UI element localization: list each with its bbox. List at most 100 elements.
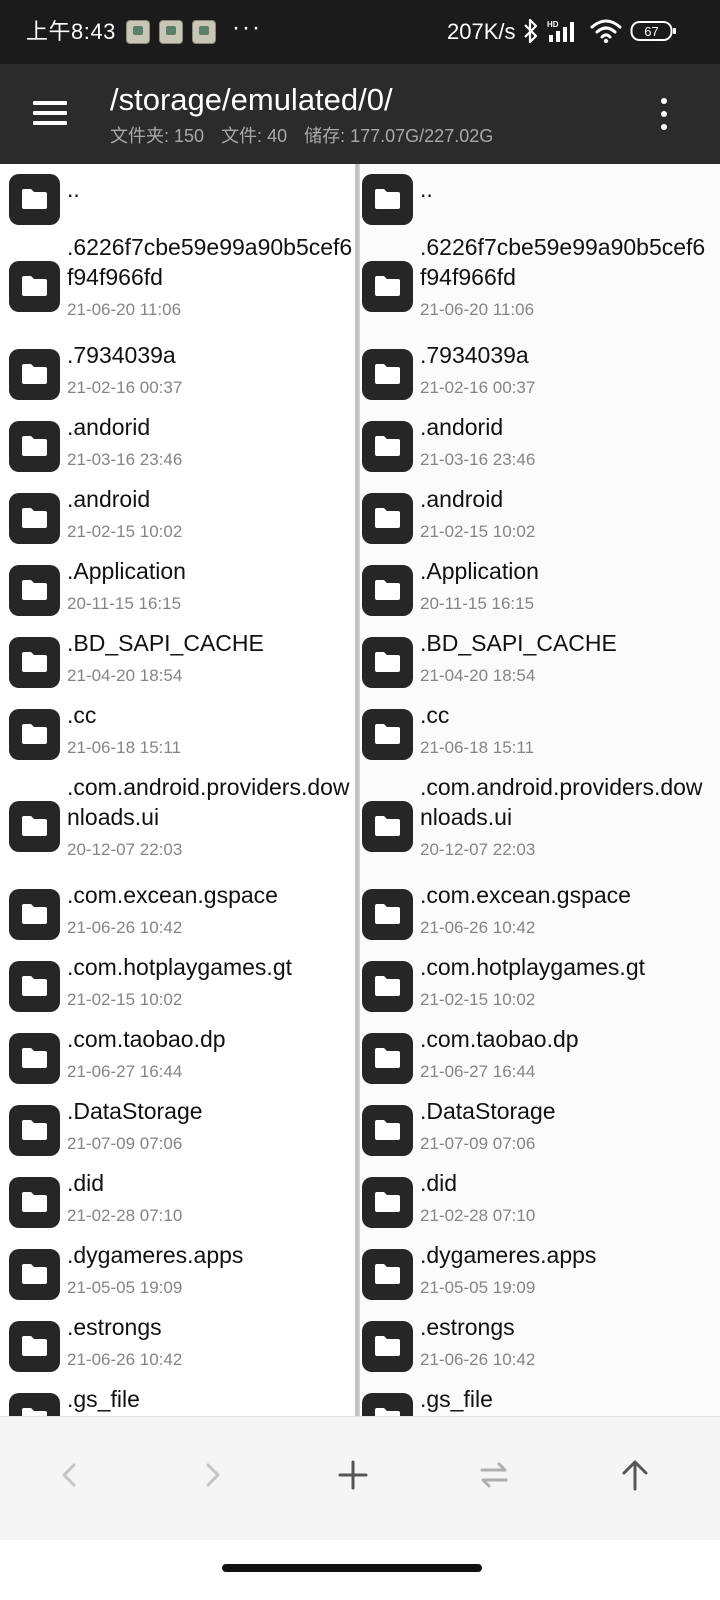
file-list-item[interactable]: .dygameres.apps 21-05-05 19:09 — [360, 1236, 720, 1308]
more-vert-icon[interactable] — [644, 94, 684, 134]
folder-icon — [9, 1105, 60, 1156]
right-file-pane[interactable]: .. .6226f7cbe59e99a90b5cef6f94f966fd 21-06… — [360, 164, 720, 1444]
folder-icon — [362, 637, 413, 688]
storage-summary: 文件夹: 150 文件: 40 储存: 177.07G/227.02G — [110, 125, 505, 147]
file-name: .estrongs — [67, 1314, 162, 1340]
file-name: .android — [420, 486, 504, 512]
storage-usage: 储存: 177.07G/227.02G — [304, 126, 494, 146]
file-name: .dygameres.apps — [420, 1242, 597, 1268]
file-modified-date: 21-06-20 11:06 — [420, 300, 535, 319]
file-list-item[interactable]: .7934039a 21-02-16 00:37 — [0, 336, 361, 408]
file-list-item[interactable]: .Application 20-11-15 16:15 — [0, 552, 361, 624]
hamburger-menu-icon[interactable] — [26, 94, 74, 134]
file-list-item[interactable]: .com.android.providers.downloads.ui 20-12… — [0, 768, 361, 876]
app-notification-icon — [159, 20, 183, 44]
file-modified-date: 21-02-15 10:02 — [67, 990, 183, 1009]
file-list-item[interactable]: .android 21-02-15 10:02 — [360, 480, 720, 552]
file-modified-date: 21-06-26 10:42 — [420, 918, 536, 937]
file-name: .did — [420, 1170, 458, 1196]
app-notification-icon — [126, 20, 150, 44]
file-modified-date: 21-02-16 00:37 — [67, 378, 183, 397]
folder-icon — [362, 565, 413, 616]
file-list-item[interactable]: .BD_SAPI_CACHE 21-04-20 18:54 — [360, 624, 720, 696]
file-list-item[interactable]: .7934039a 21-02-16 00:37 — [360, 336, 720, 408]
file-list-item[interactable]: .6226f7cbe59e99a90b5cef6f94f966fd 21-06-2… — [0, 228, 361, 336]
file-name: .BD_SAPI_CACHE — [67, 630, 264, 656]
folder-icon — [9, 421, 60, 472]
file-name: .com.excean.gspace — [420, 882, 631, 908]
dual-pane-browser: .. .6226f7cbe59e99a90b5cef6f94f966fd 21-06… — [0, 164, 720, 1444]
file-modified-date: 21-05-05 19:09 — [420, 1278, 536, 1297]
file-name: .com.excean.gspace — [67, 882, 278, 908]
folder-icon — [362, 421, 413, 472]
folder-icon — [362, 709, 413, 760]
file-count: 文件: 40 — [221, 126, 288, 146]
file-list-item[interactable]: .andorid 21-03-16 23:46 — [360, 408, 720, 480]
file-list-item[interactable]: .estrongs 21-06-26 10:42 — [360, 1308, 720, 1380]
file-list-item[interactable]: .estrongs 21-06-26 10:42 — [0, 1308, 361, 1380]
plus-icon[interactable] — [323, 1445, 383, 1505]
app-bar: /storage/emulated/0/ 文件夹: 150 文件: 40 储存:… — [0, 64, 720, 164]
file-modified-date: 21-06-20 11:06 — [67, 300, 182, 319]
file-modified-date: 21-06-26 10:42 — [67, 918, 183, 937]
file-name: .6226f7cbe59e99a90b5cef6f94f966fd — [67, 234, 353, 290]
folder-icon — [362, 1033, 413, 1084]
app-notification-icon — [192, 20, 216, 44]
file-list-item[interactable]: .com.hotplaygames.gt 21-02-15 10:02 — [360, 948, 720, 1020]
folder-icon — [9, 1033, 60, 1084]
file-list-item[interactable]: .com.hotplaygames.gt 21-02-15 10:02 — [0, 948, 361, 1020]
file-list-item[interactable]: .cc 21-06-18 15:11 — [360, 696, 720, 768]
chevron-left-icon[interactable] — [40, 1445, 100, 1505]
file-list-item[interactable]: .. — [360, 164, 720, 236]
file-list-item[interactable]: .cc 21-06-18 15:11 — [0, 696, 361, 768]
file-modified-date: 21-02-28 07:10 — [67, 1206, 183, 1225]
file-name: .Application — [67, 558, 186, 584]
file-list-item[interactable]: .com.excean.gspace 21-06-26 10:42 — [0, 876, 361, 948]
file-modified-date: 21-02-16 00:37 — [420, 378, 536, 397]
folder-icon — [9, 709, 60, 760]
pane-divider[interactable] — [355, 164, 360, 1444]
file-list-item[interactable]: .android 21-02-15 10:02 — [0, 480, 361, 552]
status-bar: 上午8:43 ··· 207K/s HD 67 — [0, 0, 720, 64]
home-gesture-handle[interactable] — [222, 1564, 482, 1572]
file-name: .gs_file — [420, 1386, 493, 1412]
file-list-item[interactable]: .did 21-02-28 07:10 — [0, 1164, 361, 1236]
file-name: .Application — [420, 558, 539, 584]
folder-icon — [362, 1105, 413, 1156]
file-list-item[interactable]: .Application 20-11-15 16:15 — [360, 552, 720, 624]
gesture-navigation-bar — [0, 1540, 720, 1600]
file-name: .estrongs — [420, 1314, 515, 1340]
file-modified-date: 21-05-05 19:09 — [67, 1278, 183, 1297]
left-file-pane[interactable]: .. .6226f7cbe59e99a90b5cef6f94f966fd 21-06… — [0, 164, 361, 1444]
file-list-item[interactable]: .BD_SAPI_CACHE 21-04-20 18:54 — [0, 624, 361, 696]
file-name: .com.taobao.dp — [67, 1026, 226, 1052]
file-modified-date: 21-06-18 15:11 — [420, 738, 535, 757]
file-list-item[interactable]: .com.taobao.dp 21-06-27 16:44 — [360, 1020, 720, 1092]
file-list-item[interactable]: .DataStorage 21-07-09 07:06 — [360, 1092, 720, 1164]
file-list-item[interactable]: .com.taobao.dp 21-06-27 16:44 — [0, 1020, 361, 1092]
file-list-item[interactable]: .com.android.providers.downloads.ui 20-12… — [360, 768, 720, 876]
file-list-item[interactable]: .did 21-02-28 07:10 — [360, 1164, 720, 1236]
swap-arrows-icon[interactable] — [464, 1445, 524, 1505]
arrow-up-icon[interactable] — [605, 1445, 665, 1505]
chevron-right-icon[interactable] — [182, 1445, 242, 1505]
file-name: .andorid — [67, 414, 151, 440]
battery-level: 67 — [644, 24, 658, 39]
file-list-item[interactable]: .DataStorage 21-07-09 07:06 — [0, 1092, 361, 1164]
file-modified-date: 21-04-20 18:54 — [420, 666, 536, 685]
file-name: .. — [67, 176, 80, 202]
file-list-item[interactable]: .6226f7cbe59e99a90b5cef6f94f966fd 21-06-2… — [360, 228, 720, 336]
file-name: .android — [67, 486, 151, 512]
file-list-item[interactable]: .com.excean.gspace 21-06-26 10:42 — [360, 876, 720, 948]
file-list-item[interactable]: .. — [0, 164, 361, 236]
file-list-item[interactable]: .andorid 21-03-16 23:46 — [0, 408, 361, 480]
folder-icon — [9, 889, 60, 940]
folder-icon — [9, 349, 60, 400]
folder-icon — [362, 1177, 413, 1228]
file-list-item[interactable]: .dygameres.apps 21-05-05 19:09 — [0, 1236, 361, 1308]
folder-icon — [362, 261, 413, 312]
folder-count: 文件夹: 150 — [110, 126, 205, 146]
file-name: .DataStorage — [67, 1098, 203, 1124]
file-name: .com.android.providers.downloads.ui — [67, 774, 350, 830]
file-name: .cc — [420, 702, 450, 728]
